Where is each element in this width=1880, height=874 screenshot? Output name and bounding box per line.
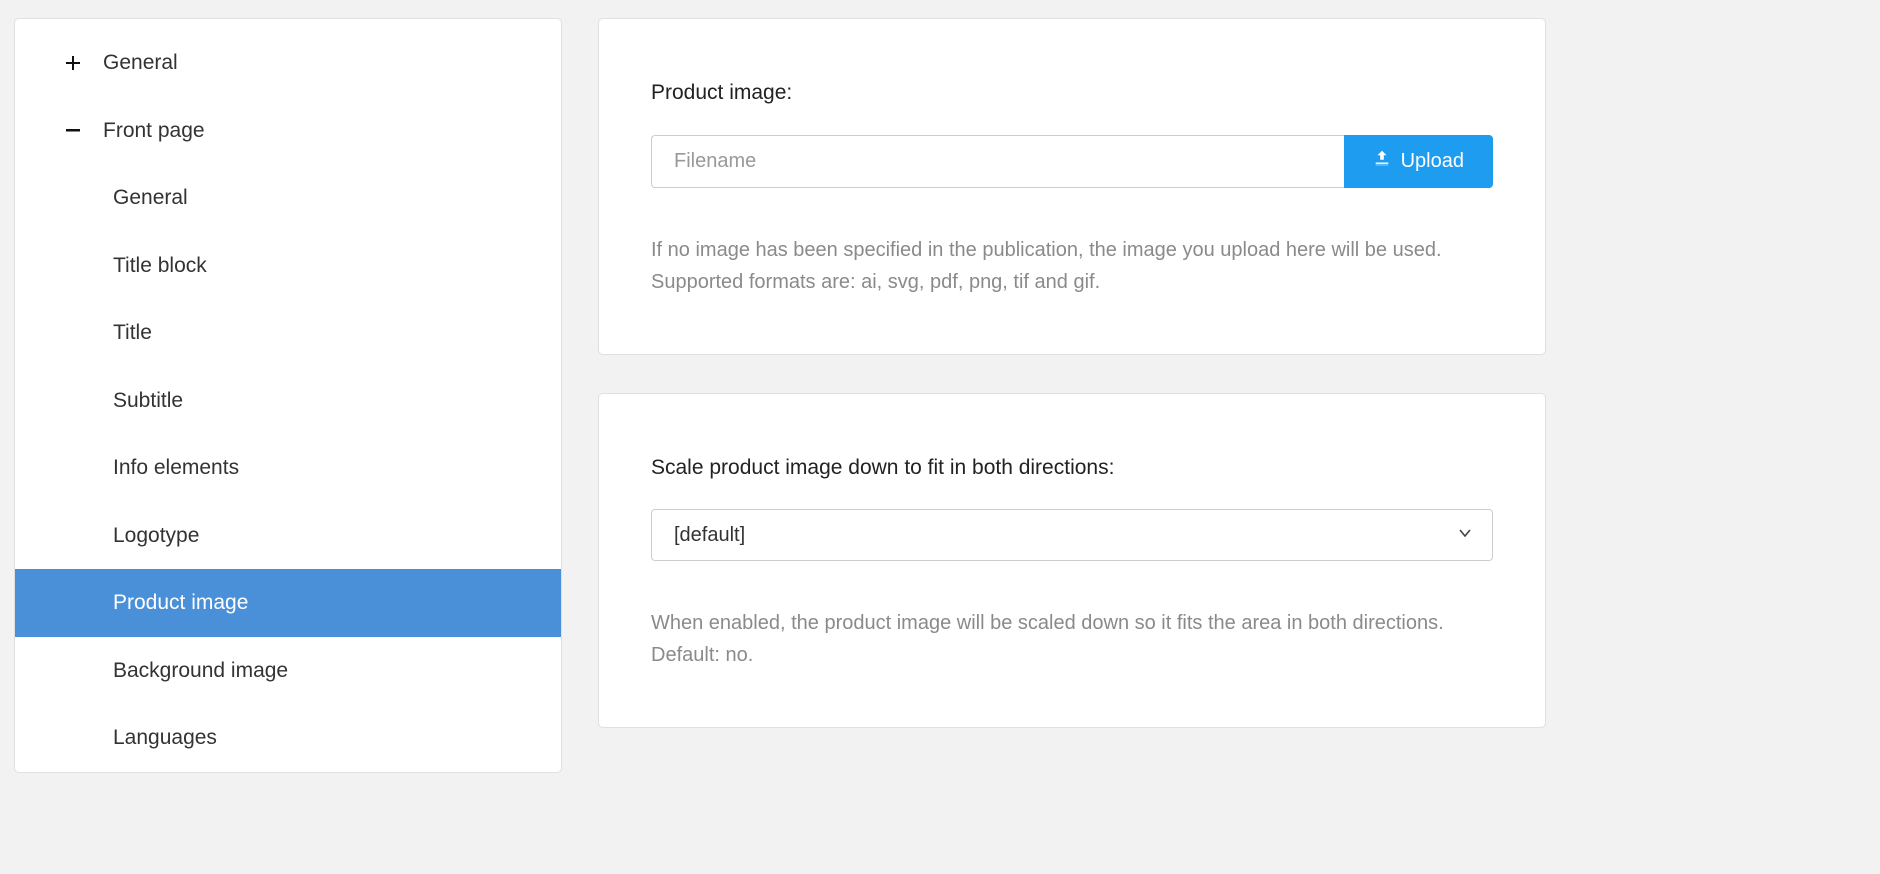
sidebar-item-label: Info elements <box>113 452 239 484</box>
sidebar-item-logotype[interactable]: Logotype <box>15 502 561 570</box>
product-image-help: If no image has been specified in the pu… <box>651 234 1493 298</box>
sidebar-item-title[interactable]: Title <box>15 299 561 367</box>
sidebar-item-subtitle[interactable]: Subtitle <box>15 367 561 435</box>
product-image-panel: Product image: Upload If no image has be… <box>598 18 1546 355</box>
sidebar-item-label: Subtitle <box>113 385 183 417</box>
upload-button[interactable]: Upload <box>1344 135 1493 188</box>
product-image-label: Product image: <box>651 77 1493 109</box>
sidebar-item-label: General <box>113 182 188 214</box>
sidebar-item-label: Logotype <box>113 520 199 552</box>
sidebar-section-label: Front page <box>103 115 205 147</box>
main-content: Product image: Upload If no image has be… <box>598 18 1866 728</box>
sidebar-section-label: General <box>103 47 178 79</box>
sidebar-item-label: Background image <box>113 655 288 687</box>
scale-select-wrap: [default] <box>651 509 1493 561</box>
sidebar-item-background-image[interactable]: Background image <box>15 637 561 705</box>
sidebar-section-general[interactable]: General <box>15 29 561 97</box>
upload-icon <box>1373 149 1391 173</box>
minus-icon <box>63 122 83 138</box>
sidebar-item-label: Languages <box>113 722 217 754</box>
sidebar-section-frontpage[interactable]: Front page <box>15 97 561 165</box>
sidebar-item-label: Product image <box>113 587 248 619</box>
sidebar-item-product-image[interactable]: Product image <box>15 569 561 637</box>
sidebar-item-info-elements[interactable]: Info elements <box>15 434 561 502</box>
plus-icon <box>63 55 83 71</box>
scale-image-label: Scale product image down to fit in both … <box>651 452 1493 484</box>
scale-select[interactable]: [default] <box>651 509 1493 561</box>
sidebar-item-title-block[interactable]: Title block <box>15 232 561 300</box>
scale-image-help: When enabled, the product image will be … <box>651 607 1493 671</box>
sidebar-item-languages[interactable]: Languages <box>15 704 561 772</box>
sidebar-item-label: Title <box>113 317 152 349</box>
filename-input[interactable] <box>651 135 1344 188</box>
sidebar: General Front page General Title block T… <box>14 18 562 773</box>
sidebar-item-label: Title block <box>113 250 207 282</box>
scale-image-panel: Scale product image down to fit in both … <box>598 393 1546 729</box>
upload-button-label: Upload <box>1401 150 1464 173</box>
filename-row: Upload <box>651 135 1493 188</box>
sidebar-item-general[interactable]: General <box>15 164 561 232</box>
